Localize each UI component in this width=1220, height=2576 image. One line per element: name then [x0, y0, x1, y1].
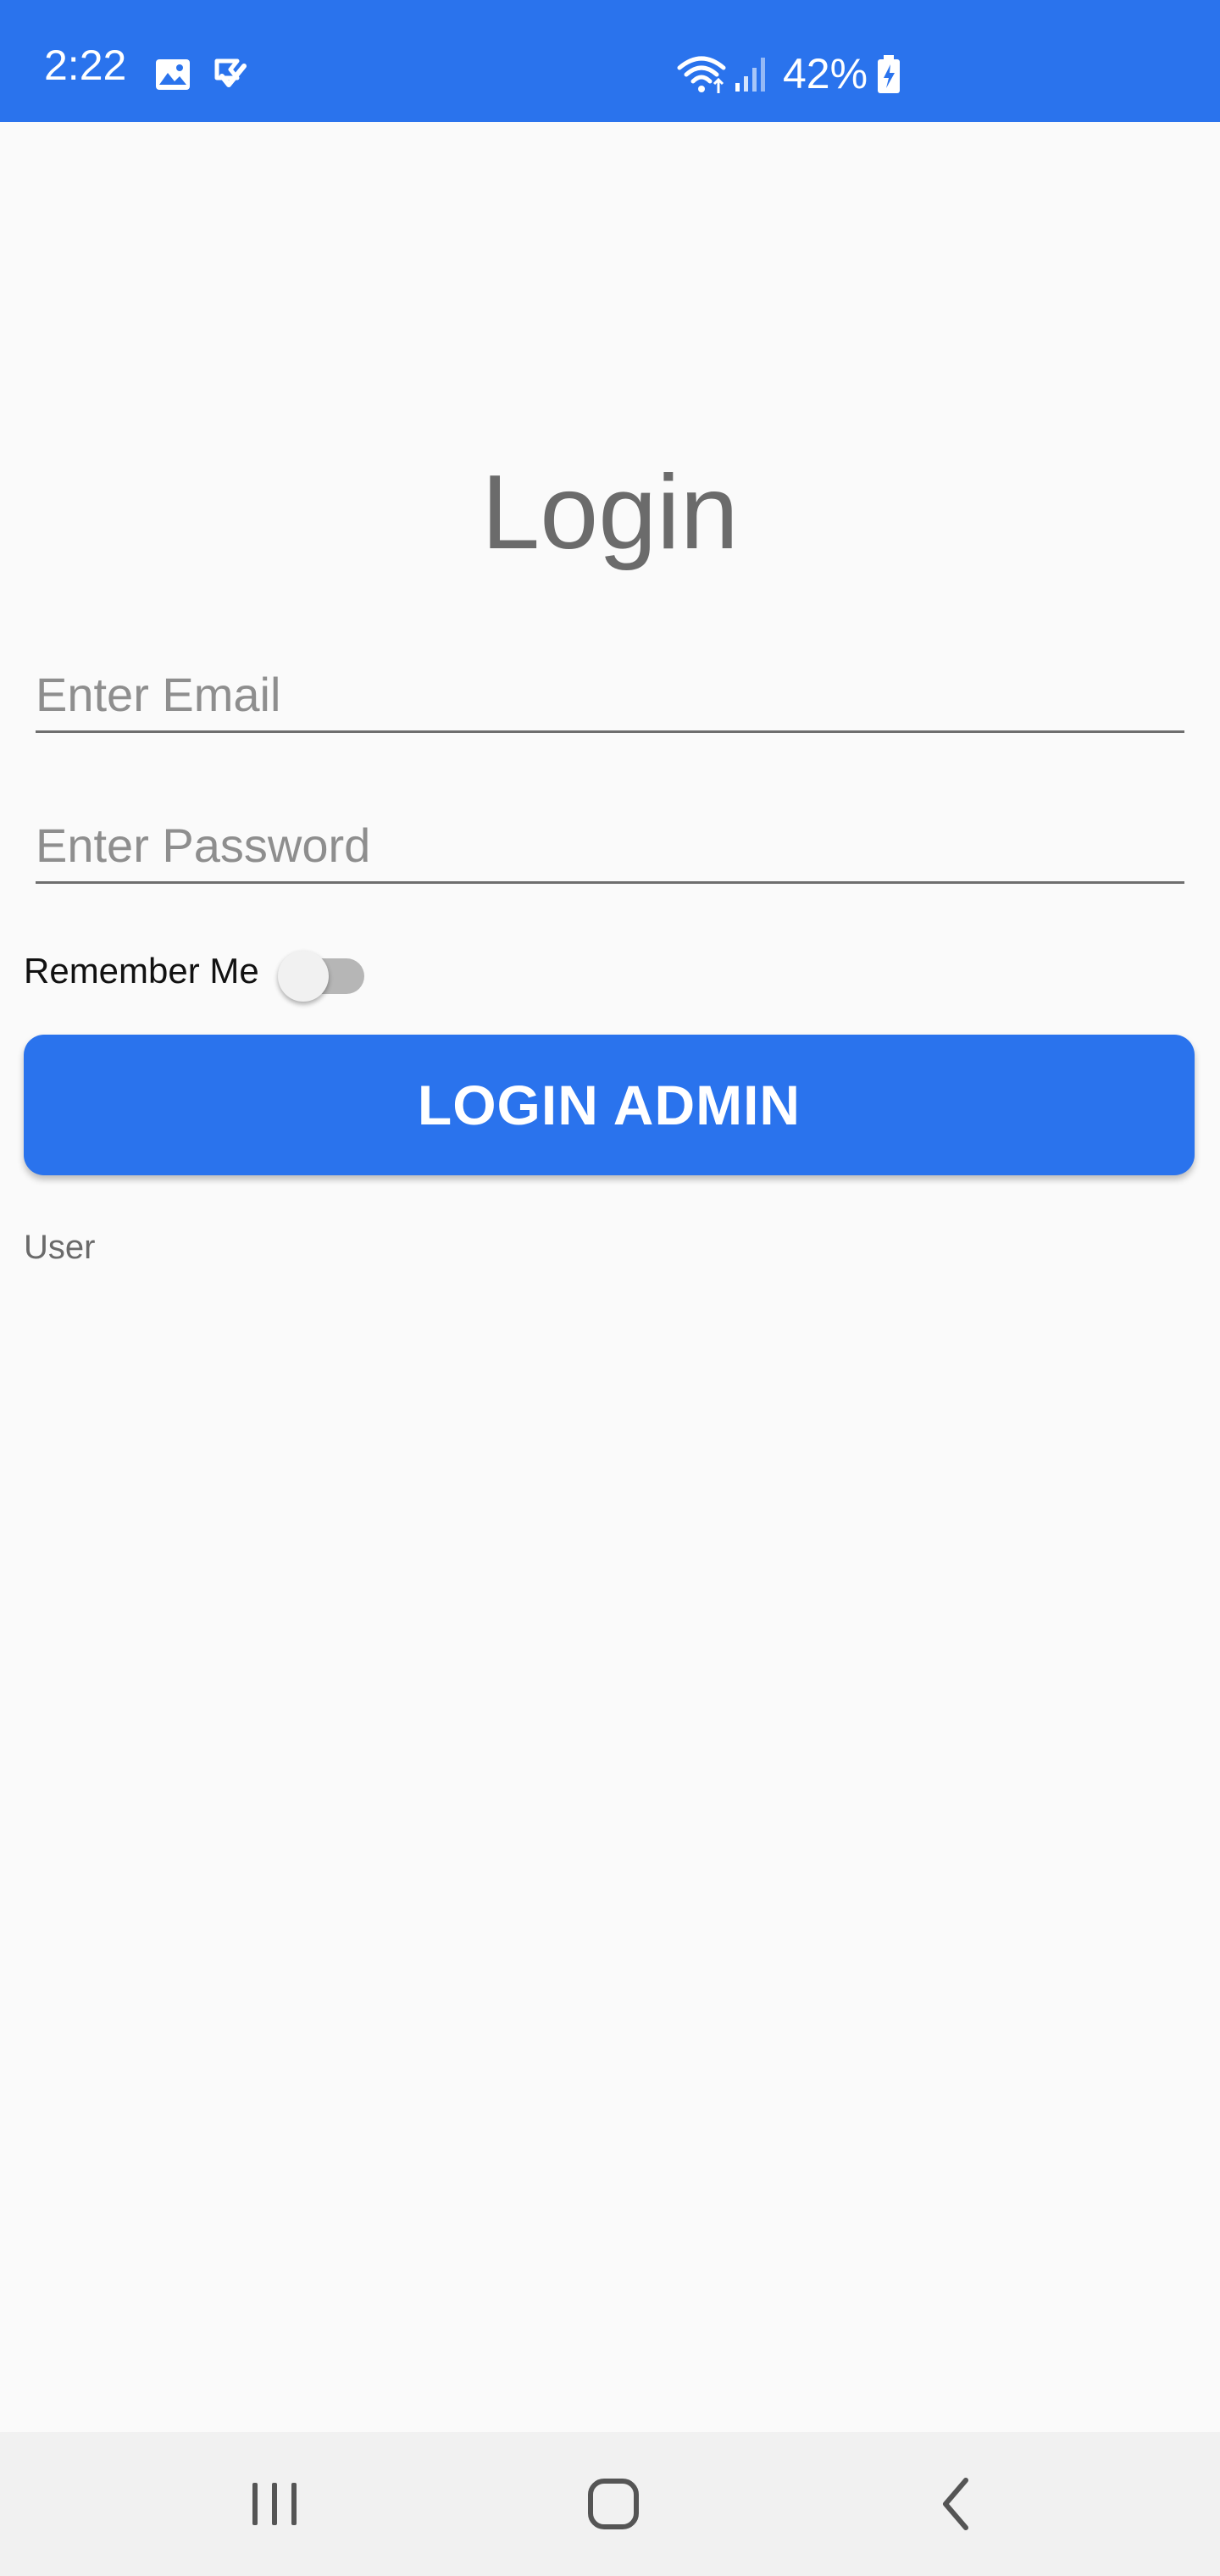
remember-me-label: Remember Me: [24, 951, 259, 991]
email-field: [36, 649, 1184, 733]
home-icon: [588, 2479, 639, 2529]
remember-me-toggle[interactable]: [271, 941, 373, 1002]
status-bar: 2:22 42%: [0, 0, 1220, 122]
battery-percent: 42%: [783, 50, 868, 97]
back-icon: [943, 2478, 968, 2530]
email-input[interactable]: [36, 667, 1184, 722]
remember-me-row: Remember Me: [24, 941, 373, 1002]
status-time: 2:22: [44, 42, 127, 89]
signal-icon: [735, 58, 765, 92]
back-button[interactable]: [888, 2432, 1023, 2576]
gallery-icon: [156, 59, 190, 90]
navigation-bar: [0, 2432, 1220, 2576]
password-field: [36, 800, 1184, 884]
battery-charging-icon: [878, 55, 900, 93]
recent-apps-button[interactable]: [207, 2432, 342, 2576]
toggle-thumb: [277, 951, 329, 1002]
wifi-icon: [677, 56, 726, 93]
login-admin-button[interactable]: LOGIN ADMIN: [24, 1035, 1195, 1175]
recent-apps-icon: [252, 2483, 297, 2525]
page-title: Login: [481, 454, 739, 571]
home-button[interactable]: [546, 2432, 681, 2576]
user-link[interactable]: User: [24, 1229, 95, 1267]
password-input[interactable]: [36, 818, 1184, 873]
task-check-icon: [214, 58, 247, 87]
